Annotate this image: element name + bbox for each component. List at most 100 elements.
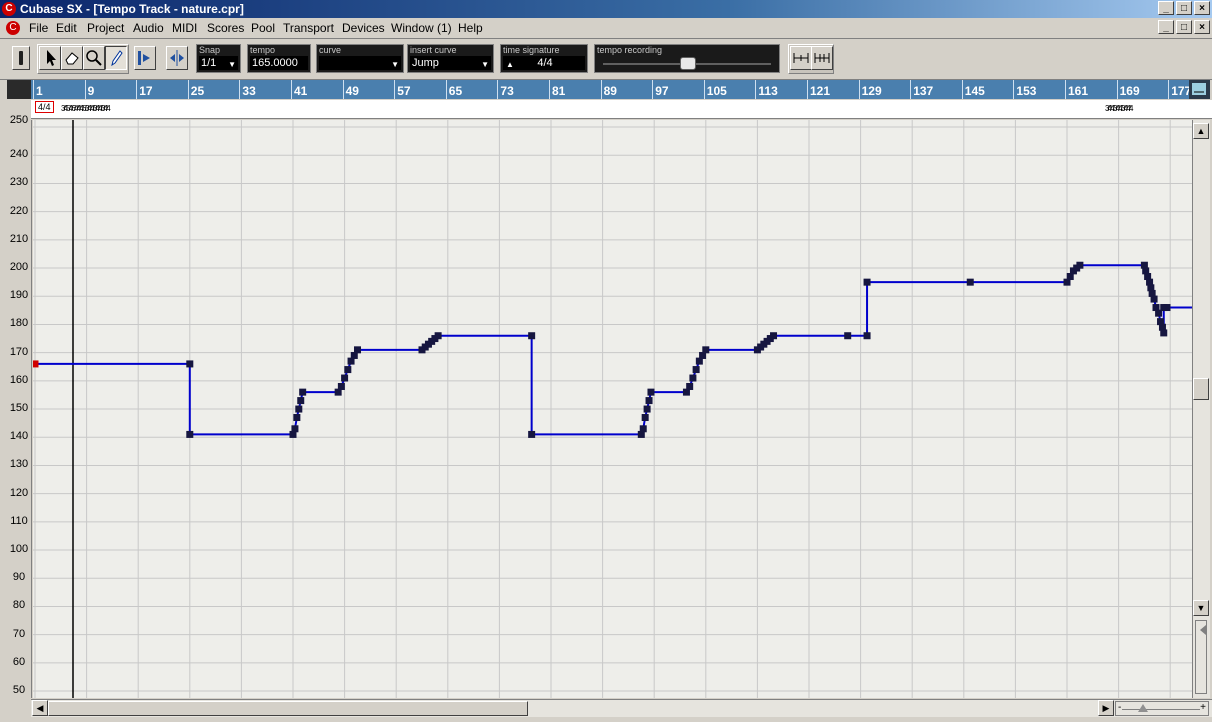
- scroll-down-button[interactable]: ▼: [1193, 600, 1209, 616]
- maximize-button[interactable]: □: [1176, 1, 1192, 15]
- menu-devices[interactable]: Devices: [342, 21, 385, 35]
- tempo-point[interactable]: [186, 360, 194, 368]
- ruler-bar-label: 25: [190, 84, 205, 98]
- tempo-point[interactable]: [702, 346, 710, 354]
- tempo-value[interactable]: 165.0000: [250, 56, 308, 70]
- ruler-bar-label: 1: [36, 84, 43, 98]
- tempo-point[interactable]: [297, 397, 305, 405]
- tempo-point[interactable]: [1150, 295, 1158, 303]
- tempo-point[interactable]: [645, 397, 653, 405]
- time-signature-strip[interactable]: 4/4 3/45/4/6/4/4/4/6/3/4/4/3/4/4/3/4/4 3…: [31, 100, 1212, 119]
- tempo-point[interactable]: [966, 278, 974, 286]
- tempo-point[interactable]: [643, 405, 651, 413]
- spin-arrows-icon[interactable]: ▲: [506, 60, 514, 69]
- ruler-options-button[interactable]: [1189, 80, 1210, 99]
- tempo-point[interactable]: [863, 332, 871, 340]
- snap-field[interactable]: Snap 1/1 ▼: [196, 44, 241, 73]
- snap-toggle-button[interactable]: [166, 46, 188, 70]
- solo-editor-button[interactable]: [12, 46, 30, 70]
- tempo-scale-label: 60: [12, 655, 26, 668]
- tempo-point[interactable]: [1163, 304, 1171, 312]
- minimize-button[interactable]: _: [1158, 1, 1174, 15]
- menu-file[interactable]: File: [29, 21, 48, 35]
- tempo-point[interactable]: [647, 388, 655, 396]
- tempo-curve-area[interactable]: [33, 120, 1192, 698]
- tempo-point[interactable]: [1160, 329, 1168, 337]
- insert-curve-field[interactable]: insert curve Jump ▼: [407, 44, 494, 73]
- scroll-up-button[interactable]: ▲: [1193, 123, 1209, 139]
- menu-scores[interactable]: Scores: [207, 21, 244, 35]
- tempo-point[interactable]: [186, 430, 194, 438]
- doc-close-button[interactable]: ×: [1194, 20, 1210, 34]
- tempo-point[interactable]: [344, 366, 352, 374]
- tempo-point[interactable]: [641, 414, 649, 422]
- curve-field[interactable]: curve ▼: [316, 44, 404, 73]
- time-signature-field[interactable]: time signature 4/4 ▲: [500, 44, 588, 73]
- doc-minimize-button[interactable]: _: [1158, 20, 1174, 34]
- signature-marker[interactable]: 4/4: [35, 101, 54, 113]
- ruler-bar-label: 153: [1016, 84, 1037, 98]
- menu-project[interactable]: Project: [87, 21, 124, 35]
- scroll-right-button[interactable]: ▶: [1098, 700, 1114, 716]
- bar-ruler[interactable]: 1 9 17 25 33 41 49 57 65 73 81 89 97 105 113 121 129 137 1…: [31, 80, 1191, 99]
- menu-window[interactable]: Window (1): [391, 21, 452, 35]
- ruler-bar-label: 49: [345, 84, 359, 98]
- process-tempo-button[interactable]: [811, 46, 833, 70]
- menu-edit[interactable]: Edit: [56, 21, 77, 35]
- tempo-point[interactable]: [1076, 261, 1084, 269]
- tempo-recording-slider[interactable]: [680, 57, 696, 70]
- ruler-tick: [961, 80, 963, 99]
- ruler-bar-label: 137: [913, 84, 934, 98]
- tempo-scale-label: 210: [9, 232, 29, 245]
- vertical-scroll-thumb[interactable]: [1193, 378, 1209, 400]
- document-icon[interactable]: C: [6, 21, 20, 35]
- horizontal-zoom-slider[interactable]: - +: [1115, 701, 1209, 716]
- zoom-in-icon[interactable]: +: [1200, 702, 1206, 713]
- dropdown-arrow-icon: ▼: [228, 60, 236, 69]
- ruler-options-icon: [1192, 83, 1206, 95]
- draw-tool[interactable]: [105, 46, 127, 70]
- tempo-point[interactable]: [686, 382, 694, 390]
- scroll-left-button[interactable]: ◀: [32, 700, 48, 716]
- cubase-app-icon[interactable]: C: [2, 2, 16, 16]
- menu-midi[interactable]: MIDI: [172, 21, 197, 35]
- erase-tool[interactable]: [61, 46, 83, 70]
- zoom-tool[interactable]: [83, 46, 105, 70]
- vertical-scrollbar[interactable]: ▲ ▼: [1192, 120, 1210, 698]
- tempo-scale-label: 170: [9, 345, 29, 358]
- ruler-tick: [84, 80, 86, 99]
- tempo-point[interactable]: [354, 346, 361, 354]
- process-bars-button[interactable]: [790, 46, 812, 70]
- object-selection-tool[interactable]: [39, 46, 61, 70]
- tempo-point[interactable]: [528, 430, 536, 438]
- zoom-out-icon[interactable]: -: [1118, 702, 1121, 713]
- tempo-point[interactable]: [295, 405, 303, 413]
- tempo-point[interactable]: [299, 388, 307, 396]
- tempo-point[interactable]: [863, 278, 871, 286]
- tempo-curve-canvas[interactable]: [33, 120, 1192, 698]
- tempo-point[interactable]: [291, 425, 299, 433]
- horizontal-scrollbar[interactable]: ◀ ▶ - +: [31, 699, 1212, 717]
- menu-help[interactable]: Help: [458, 21, 483, 35]
- vertical-zoom-slider[interactable]: [1195, 620, 1207, 694]
- tempo-point[interactable]: [692, 366, 700, 374]
- tempo-point[interactable]: [689, 374, 697, 382]
- tempo-point[interactable]: [434, 332, 442, 340]
- close-button[interactable]: ×: [1194, 1, 1210, 15]
- menu-pool[interactable]: Pool: [251, 21, 275, 35]
- horizontal-scroll-thumb[interactable]: [48, 701, 528, 716]
- tempo-point[interactable]: [639, 425, 647, 433]
- tempo-point[interactable]: [770, 332, 778, 340]
- tempo-point[interactable]: [844, 332, 852, 340]
- menu-transport[interactable]: Transport: [283, 21, 334, 35]
- tempo-point[interactable]: [341, 374, 349, 382]
- ruler-tick: [652, 80, 654, 99]
- tempo-field[interactable]: tempo 165.0000: [247, 44, 311, 73]
- autoscroll-button[interactable]: [134, 46, 156, 70]
- tempo-point[interactable]: [293, 414, 301, 422]
- tempo-point[interactable]: [337, 382, 345, 390]
- menu-audio[interactable]: Audio: [133, 21, 164, 35]
- doc-maximize-button[interactable]: □: [1176, 20, 1192, 34]
- tempo-point[interactable]: [528, 332, 536, 340]
- tempo-point[interactable]: [33, 360, 39, 368]
